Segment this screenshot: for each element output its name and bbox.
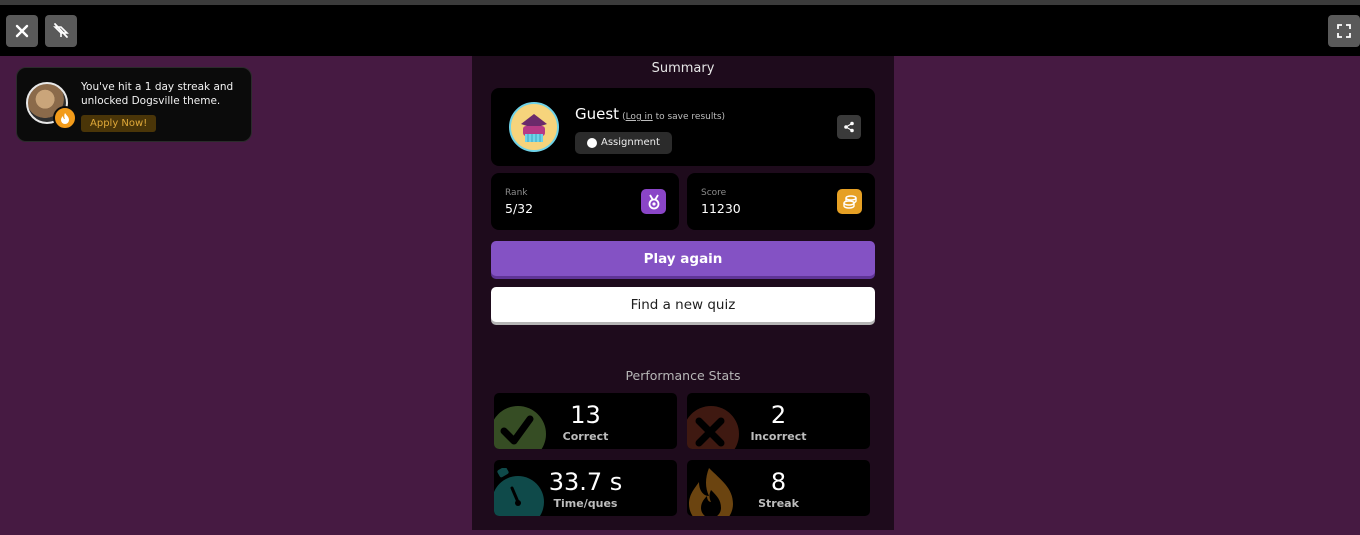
toast-message: You've hit a 1 day streak and unlocked D… — [81, 81, 234, 107]
share-button[interactable] — [837, 115, 861, 139]
rank-value: 5/32 — [505, 201, 534, 216]
streak-value: 8 — [770, 468, 787, 496]
incorrect-card: 2 Incorrect — [687, 393, 870, 449]
fullscreen-icon — [1337, 24, 1351, 38]
correct-label: Correct — [562, 430, 609, 443]
correct-value: 13 — [570, 401, 601, 429]
user-name: Guest — [575, 105, 620, 123]
summary-panel: Summary Guest (Log in to save results) As… — [472, 56, 894, 530]
play-again-button[interactable]: Play again — [491, 241, 875, 276]
incorrect-label: Incorrect — [750, 430, 807, 443]
apply-now-button[interactable]: Apply Now! — [81, 115, 157, 132]
find-new-quiz-button[interactable]: Find a new quiz — [491, 287, 875, 322]
user-avatar — [509, 102, 559, 152]
time-value: 33.7 s — [548, 468, 623, 496]
login-link[interactable]: Log in — [626, 112, 653, 122]
fullscreen-button[interactable] — [1328, 15, 1360, 47]
user-name-line: Guest (Log in to save results) — [575, 105, 725, 123]
correct-card: 13 Correct — [494, 393, 677, 449]
theme-toggle-button[interactable] — [45, 15, 77, 47]
share-icon — [844, 121, 854, 133]
rank-card: Rank 5/32 — [491, 173, 679, 230]
close-button[interactable] — [6, 15, 38, 47]
user-note: (Log in to save results) — [622, 112, 726, 122]
performance-title: Performance Stats — [625, 368, 741, 383]
score-label: Score — [701, 188, 727, 198]
close-icon — [15, 24, 29, 38]
time-card: 33.7 s Time/ques — [494, 460, 677, 516]
flame-icon — [53, 106, 77, 130]
assignment-tag: Assignment — [575, 132, 672, 154]
incorrect-value: 2 — [770, 401, 787, 429]
rank-label: Rank — [505, 188, 528, 198]
streak-toast: You've hit a 1 day streak and unlocked D… — [16, 67, 252, 142]
no-theme-icon — [53, 23, 69, 38]
summary-title: Summary — [651, 61, 715, 76]
assignment-icon — [587, 138, 597, 148]
score-value: 11230 — [701, 201, 741, 216]
top-bar — [0, 5, 1360, 56]
streak-label: Streak — [758, 497, 799, 510]
score-card: Score 11230 — [687, 173, 875, 230]
coins-icon — [837, 189, 862, 214]
time-label: Time/ques — [553, 497, 618, 510]
streak-card: 8 Streak — [687, 460, 870, 516]
user-card: Guest (Log in to save results) Assignment — [491, 88, 875, 166]
medal-icon — [641, 189, 666, 214]
